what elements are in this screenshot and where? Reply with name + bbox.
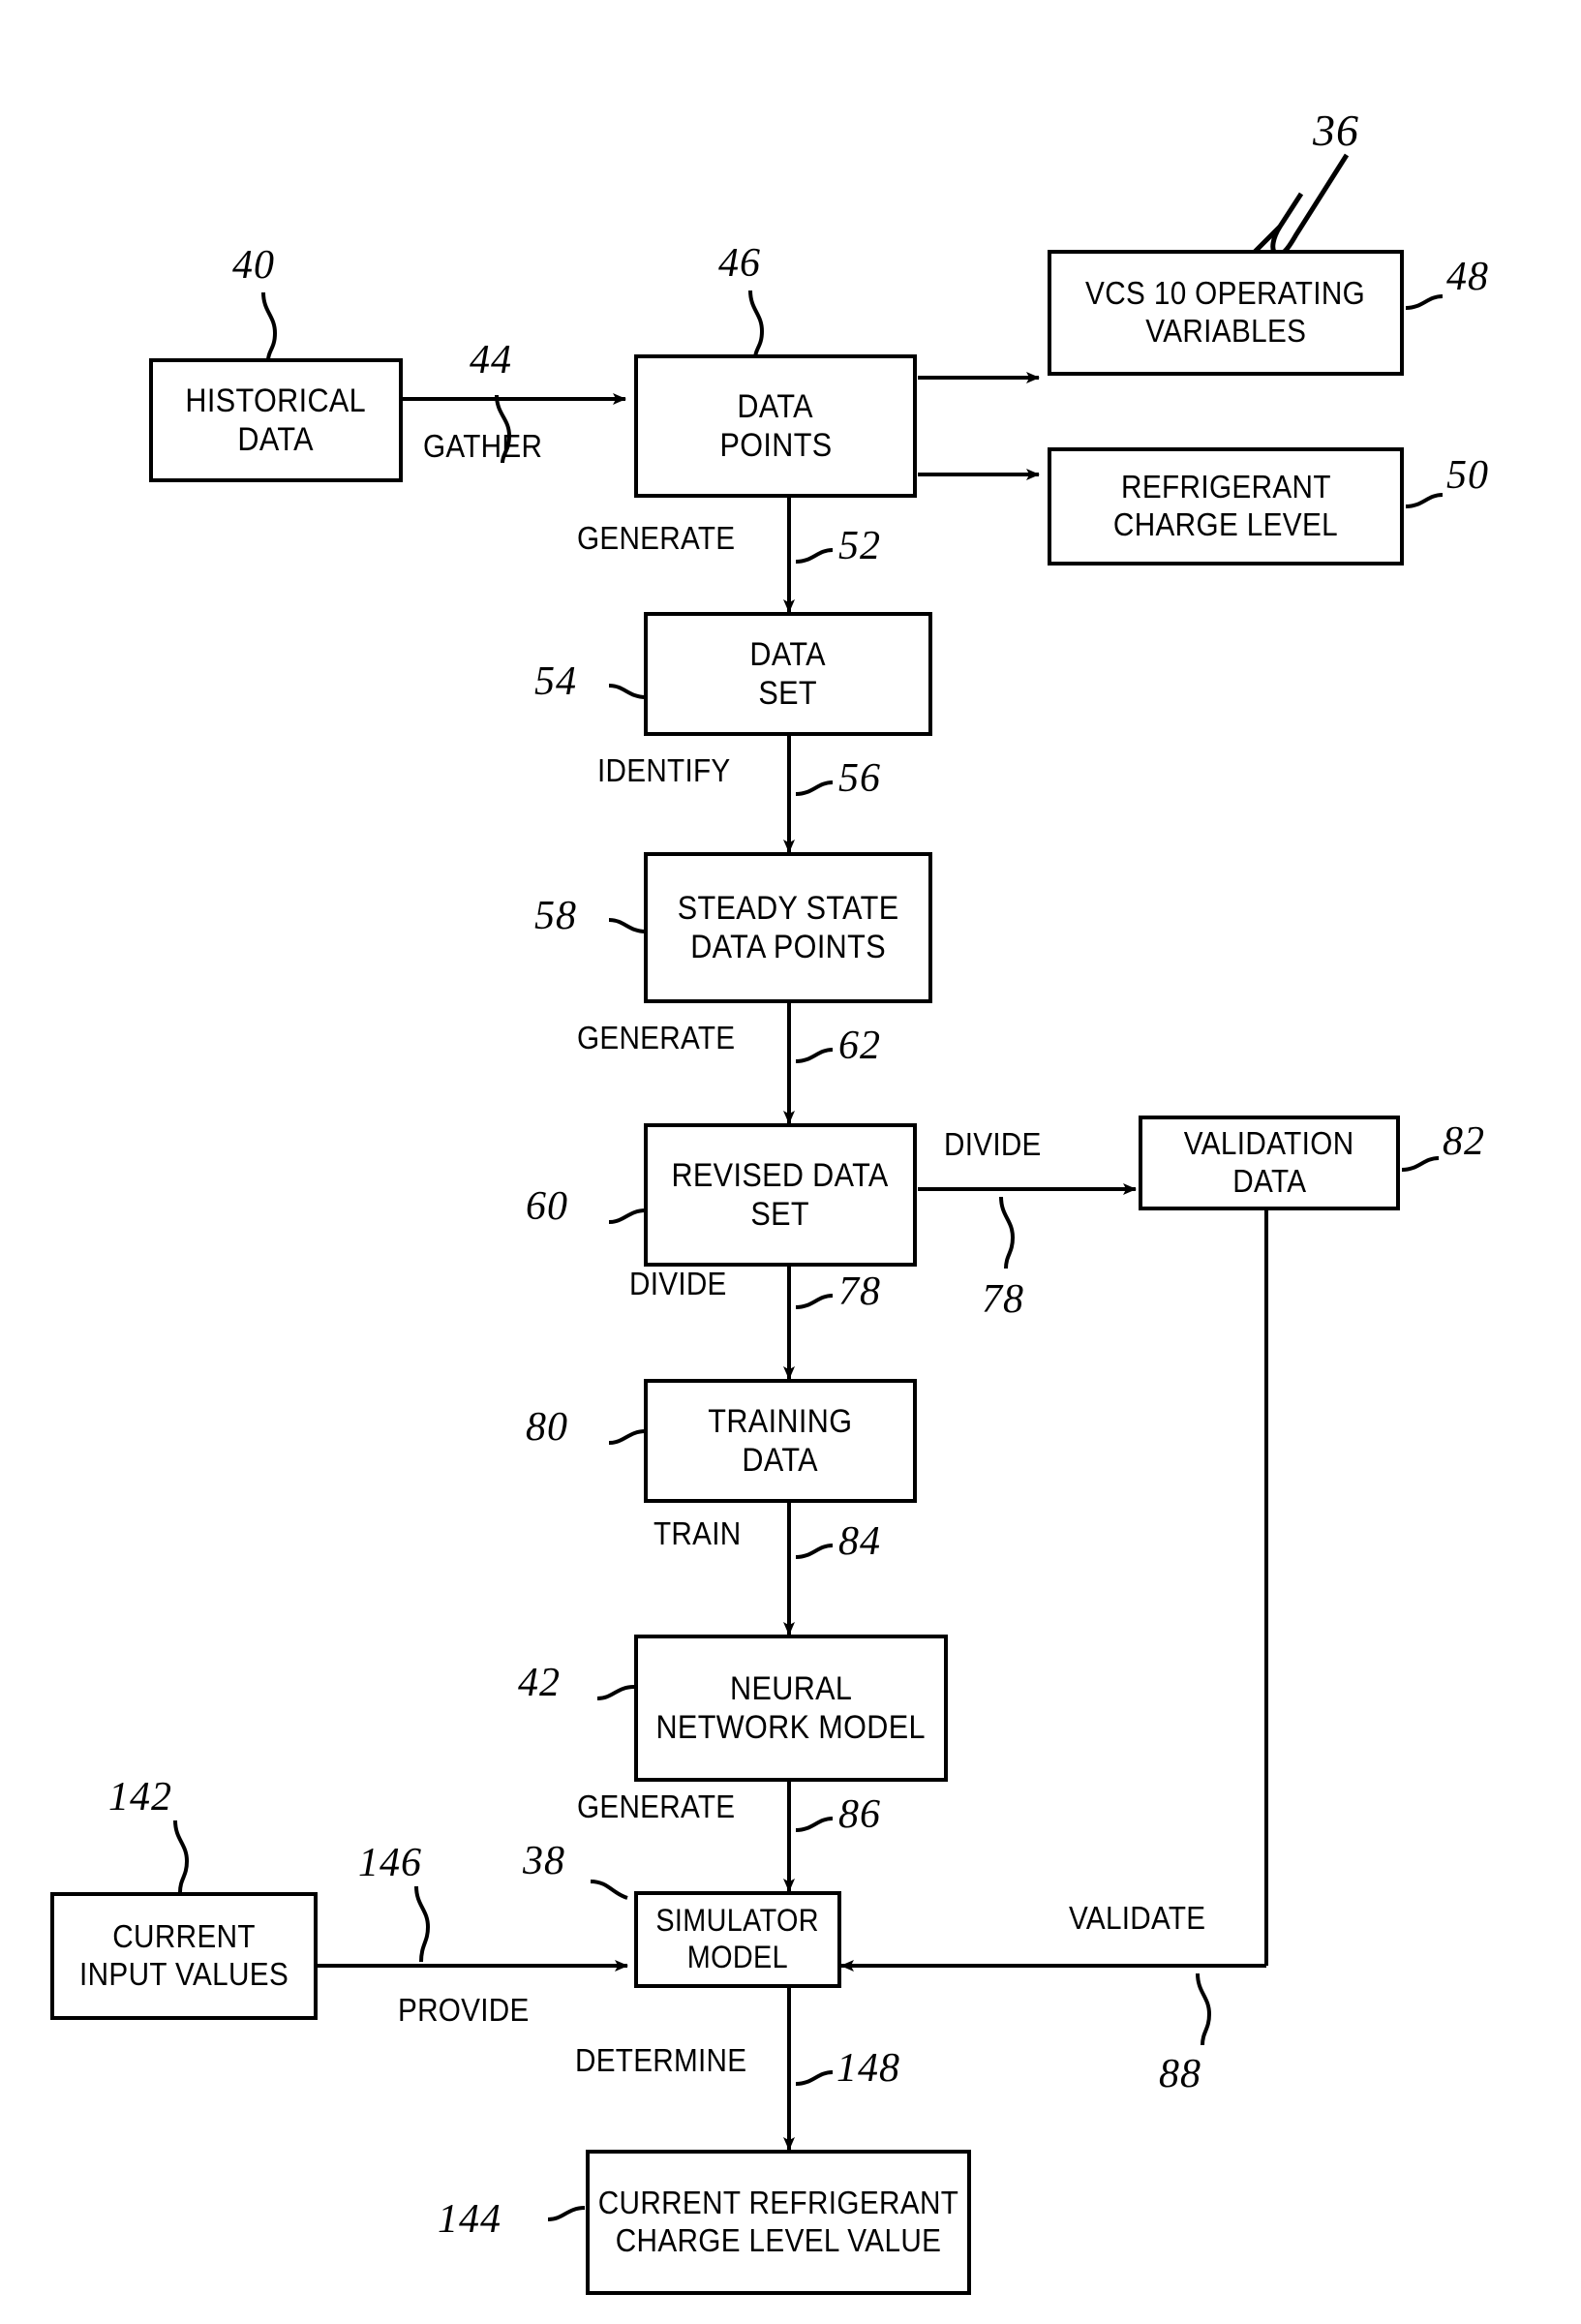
ref-number-146: 146 xyxy=(358,1841,422,1885)
box-vcs-operating-variables-line1: VCS 10 OPERATING xyxy=(1085,275,1366,312)
box-revised-data-set[interactable]: REVISED DATA SET xyxy=(644,1123,917,1267)
box-simulator-model-line1: SIMULATOR xyxy=(655,1903,820,1939)
box-simulator-model[interactable]: SIMULATOR MODEL xyxy=(634,1891,841,1988)
edge-label-train: TRAIN xyxy=(654,1515,742,1551)
box-vcs-operating-variables[interactable]: VCS 10 OPERATING VARIABLES xyxy=(1048,250,1404,376)
box-revised-data-set-line2: SET xyxy=(750,1196,810,1233)
edge-label-generate-data-set: GENERATE xyxy=(577,520,736,556)
box-historical-data-line2: DATA xyxy=(237,421,315,458)
box-current-refrigerant-charge-level-value-line2: CHARGE LEVEL VALUE xyxy=(615,2222,942,2258)
box-validation-data[interactable]: VALIDATION DATA xyxy=(1139,1116,1400,1210)
ref-number-38: 38 xyxy=(523,1839,565,1883)
box-current-input-values-line2: INPUT VALUES xyxy=(78,1956,289,1992)
edge-label-provide: PROVIDE xyxy=(398,1992,530,2028)
box-training-data-line1: TRAINING xyxy=(708,1402,853,1440)
patent-figure-sheet: 36 HISTORICAL DATA 40 DATA POINTS 46 VCS… xyxy=(0,0,1581,2324)
ref-number-84: 84 xyxy=(838,1519,881,1564)
edge-label-determine: DETERMINE xyxy=(575,2042,747,2078)
box-data-points[interactable]: DATA POINTS xyxy=(634,354,917,498)
ref-number-78-training: 78 xyxy=(838,1269,881,1314)
box-refrigerant-charge-level[interactable]: REFRIGERANT CHARGE LEVEL xyxy=(1048,447,1404,566)
box-vcs-operating-variables-line2: VARIABLES xyxy=(1144,313,1307,349)
box-validation-data-line2: DATA xyxy=(1231,1163,1307,1199)
edge-label-generate-revised: GENERATE xyxy=(577,1020,736,1055)
ref-number-42: 42 xyxy=(518,1661,561,1705)
box-training-data-line2: DATA xyxy=(742,1442,819,1479)
ref-number-48: 48 xyxy=(1446,255,1489,299)
box-data-set-line2: SET xyxy=(758,675,818,712)
ref-number-82: 82 xyxy=(1443,1119,1485,1164)
ref-number-78-validation: 78 xyxy=(982,1277,1024,1322)
box-historical-data[interactable]: HISTORICAL DATA xyxy=(149,358,403,482)
ref-number-58: 58 xyxy=(534,894,577,938)
box-refrigerant-charge-level-line2: CHARGE LEVEL xyxy=(1112,506,1339,542)
box-current-refrigerant-charge-level-value[interactable]: CURRENT REFRIGERANT CHARGE LEVEL VALUE xyxy=(586,2150,971,2295)
ref-number-144: 144 xyxy=(438,2197,502,2242)
ref-number-80: 80 xyxy=(526,1405,568,1450)
edge-label-generate-simulator: GENERATE xyxy=(577,1789,736,1824)
edge-label-identify: IDENTIFY xyxy=(597,752,731,788)
ref-number-52: 52 xyxy=(838,524,881,568)
box-revised-data-set-line1: REVISED DATA xyxy=(671,1156,890,1194)
ref-number-60: 60 xyxy=(526,1184,568,1229)
ref-number-40: 40 xyxy=(232,243,275,288)
box-current-refrigerant-charge-level-value-line1: CURRENT REFRIGERANT xyxy=(597,2185,959,2221)
box-data-set[interactable]: DATA SET xyxy=(644,612,932,736)
box-neural-network-model-line1: NEURAL xyxy=(729,1669,853,1707)
box-training-data[interactable]: TRAINING DATA xyxy=(644,1379,917,1503)
ref-number-86: 86 xyxy=(838,1792,881,1837)
ref-number-56: 56 xyxy=(838,756,881,801)
ref-number-148: 148 xyxy=(836,2046,900,2091)
edge-label-validate: VALIDATE xyxy=(1069,1900,1206,1936)
ref-number-142: 142 xyxy=(108,1775,172,1819)
ref-number-54: 54 xyxy=(534,659,577,704)
box-neural-network-model[interactable]: NEURAL NETWORK MODEL xyxy=(634,1635,948,1782)
ref-number-44: 44 xyxy=(470,338,512,382)
box-historical-data-line1: HISTORICAL xyxy=(185,382,367,419)
box-validation-data-line1: VALIDATION xyxy=(1184,1125,1354,1162)
box-steady-state-data-points[interactable]: STEADY STATE DATA POINTS xyxy=(644,852,932,1003)
ref-number-88: 88 xyxy=(1159,2052,1201,2096)
box-data-points-line2: POINTS xyxy=(718,427,833,464)
edge-label-divide-validation: DIVIDE xyxy=(944,1126,1042,1162)
box-current-input-values[interactable]: CURRENT INPUT VALUES xyxy=(50,1892,318,2020)
box-steady-state-data-points-line2: DATA POINTS xyxy=(690,929,886,965)
figure-reference-number: 36 xyxy=(1313,106,1359,155)
box-refrigerant-charge-level-line1: REFRIGERANT xyxy=(1120,469,1331,505)
edge-label-gather: GATHER xyxy=(423,428,543,464)
edge-label-divide-training: DIVIDE xyxy=(629,1266,727,1301)
box-simulator-model-line2: MODEL xyxy=(686,1940,789,1974)
box-current-input-values-line1: CURRENT xyxy=(112,1918,256,1955)
box-data-set-line1: DATA xyxy=(749,635,827,673)
ref-number-46: 46 xyxy=(718,241,761,286)
box-steady-state-data-points-line1: STEADY STATE xyxy=(677,889,899,927)
ref-number-50: 50 xyxy=(1446,453,1489,498)
box-data-points-line1: DATA xyxy=(737,387,814,425)
box-neural-network-model-line2: NETWORK MODEL xyxy=(655,1709,927,1746)
ref-number-62: 62 xyxy=(838,1024,881,1068)
